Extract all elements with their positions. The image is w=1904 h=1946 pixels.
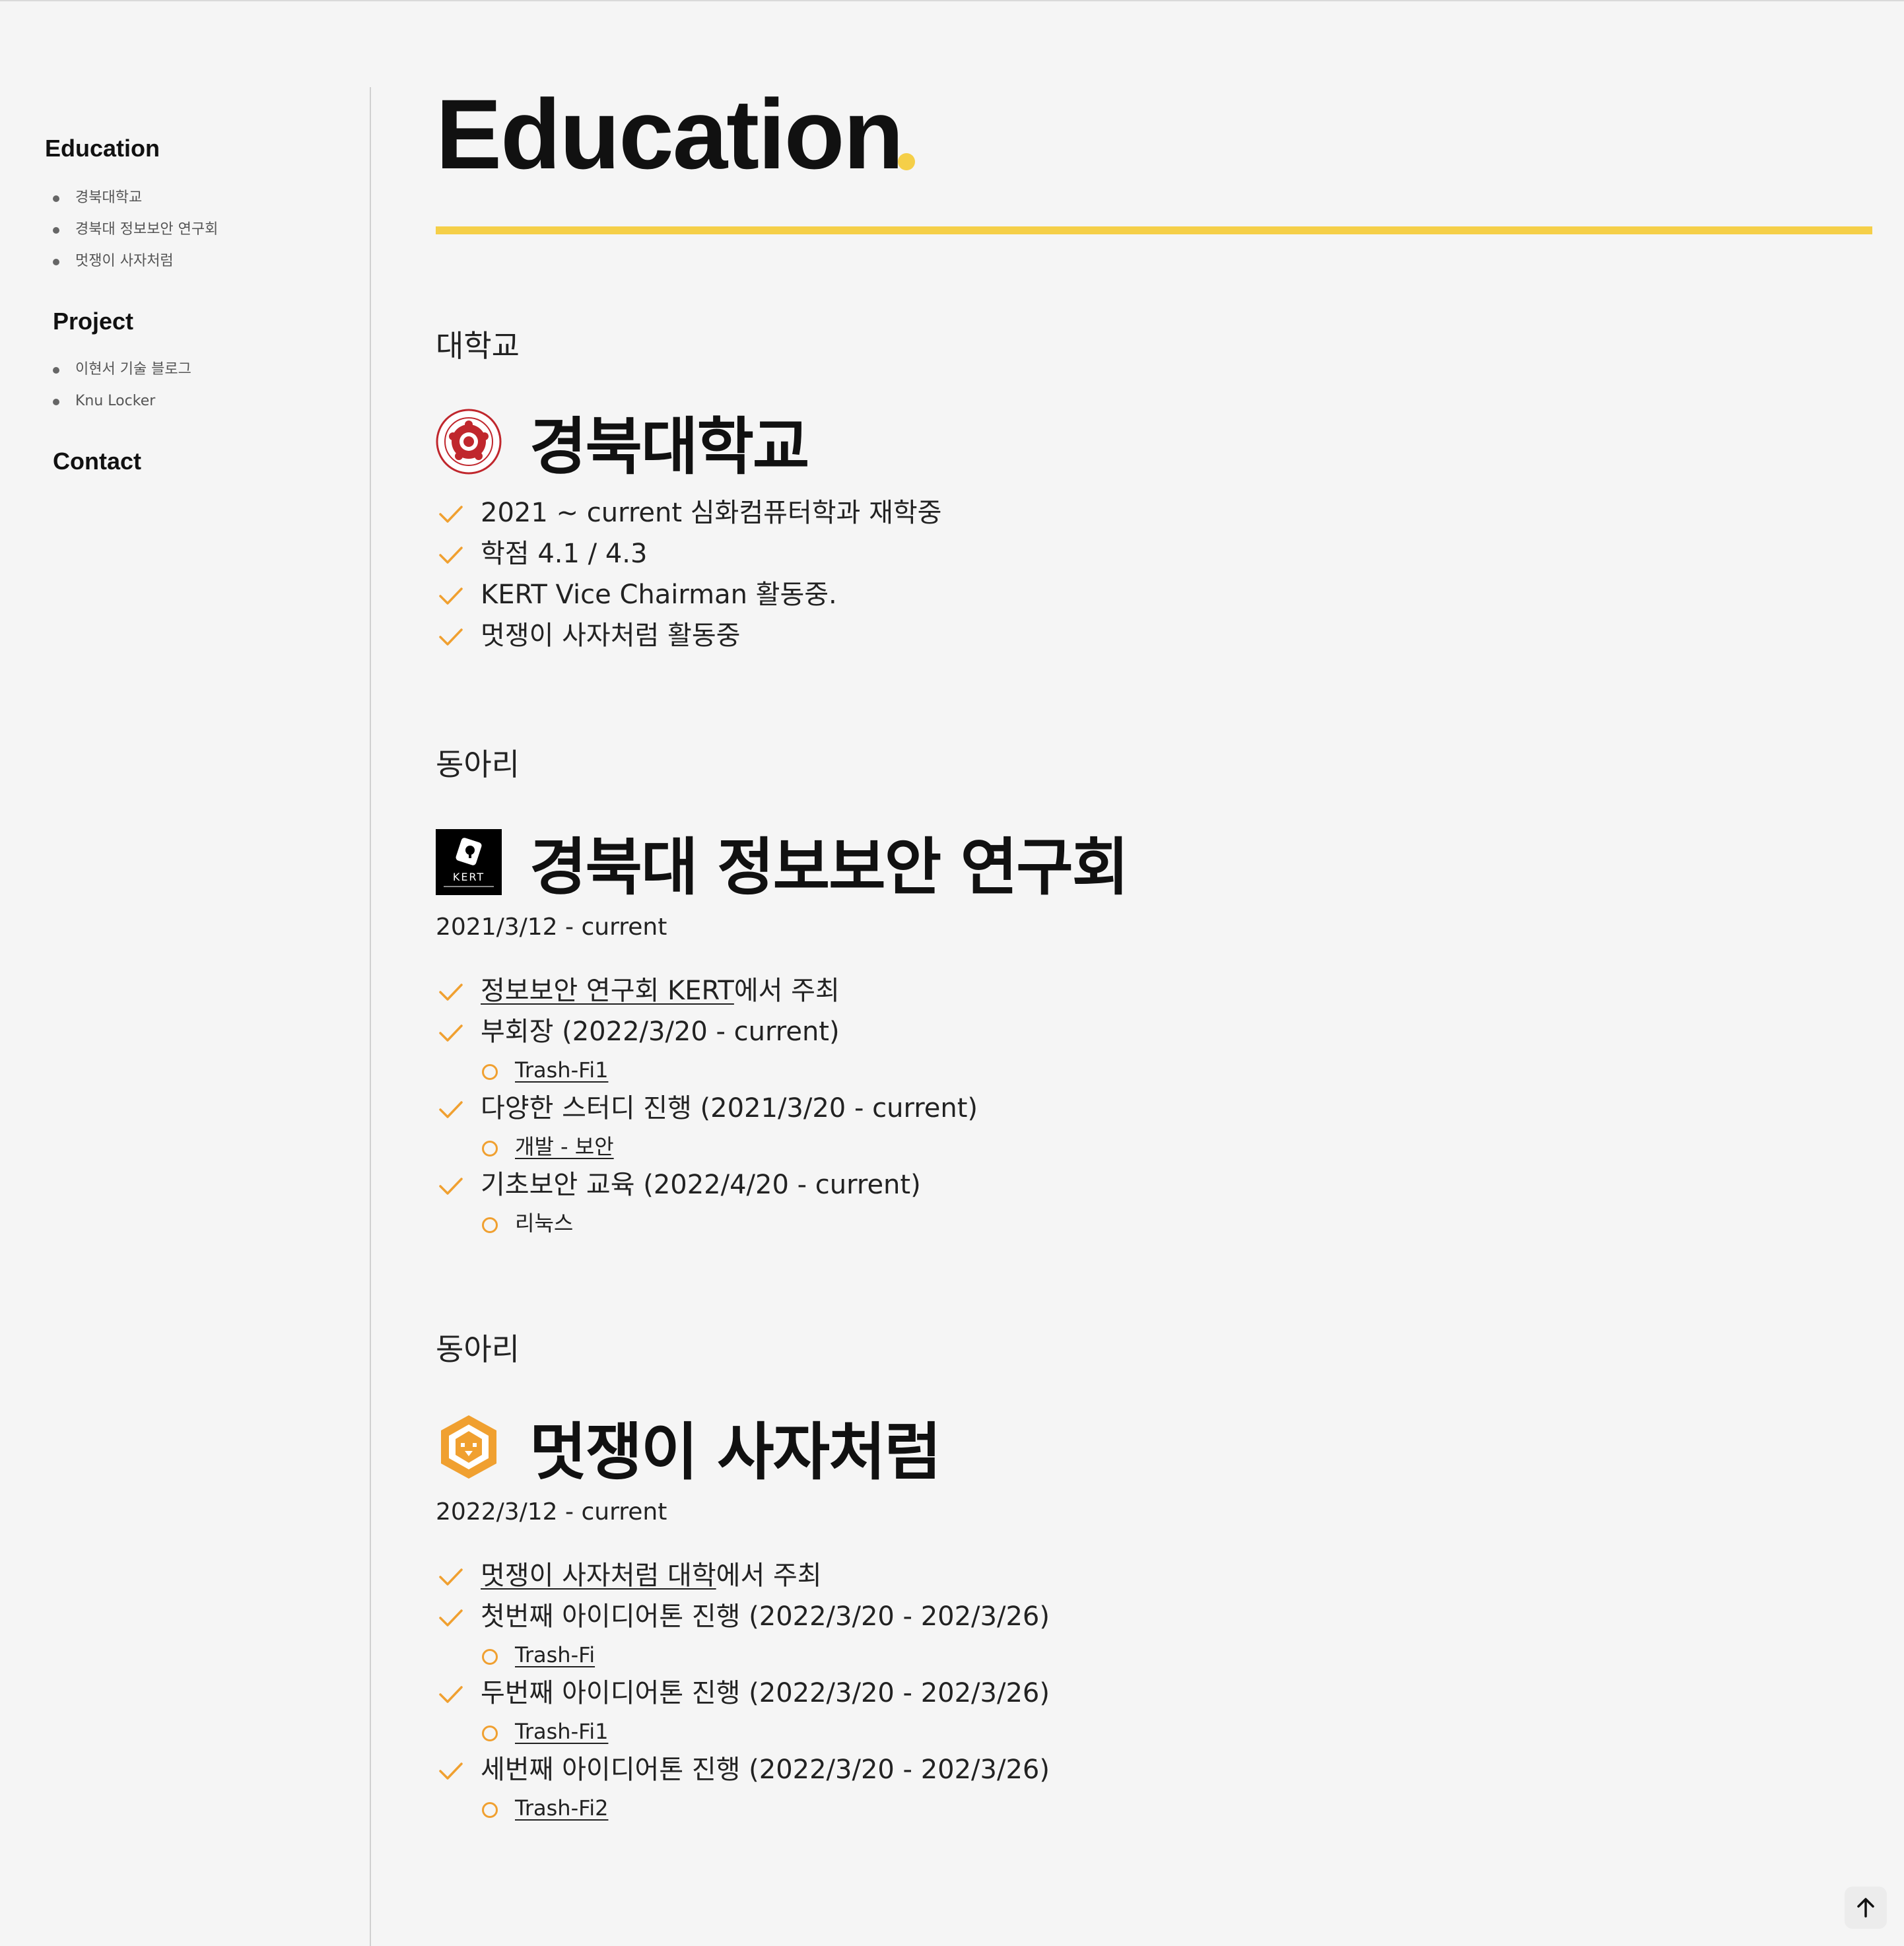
block-category: 대학교 [436, 328, 520, 364]
sidebar-divider [370, 87, 371, 1946]
toc-item[interactable]: 경북대 정보보안 연구회 [53, 214, 218, 246]
title-underline [436, 226, 1872, 234]
circle-icon [482, 1649, 498, 1665]
circle-icon [482, 1802, 498, 1818]
check-icon [439, 1024, 463, 1042]
sub-link[interactable]: Trash-Fi2 [515, 1795, 608, 1821]
arrow-up-icon [1857, 1898, 1874, 1918]
achievement-list: 2021 ~ current 심화컴퓨터학과 재학중 학점 4.1 / 4.3 … [436, 492, 941, 656]
bullet-icon [53, 399, 59, 405]
svg-text:KERT: KERT [453, 871, 485, 883]
bullet-icon [53, 195, 59, 202]
kert-link[interactable]: 정보보안 연구회 KERT [481, 976, 734, 1006]
sub-item: 개발 - 보안 [436, 1129, 978, 1164]
sidebar-toc: Education 경북대학교 경북대 정보보안 연구회 멋쟁이 사자처럼 Pr… [0, 0, 370, 1946]
kert-logo-icon: KERT [436, 829, 502, 895]
sub-link[interactable]: Trash-Fi1 [515, 1057, 608, 1083]
check-icon [439, 1762, 463, 1780]
sub-link[interactable]: Trash-Fi1 [515, 1719, 608, 1744]
list-item: KERT Vice Chairman 활동중. [436, 574, 941, 615]
sub-item: Trash-Fi1 [436, 1714, 1050, 1749]
sub-item: Trash-Fi2 [436, 1790, 1050, 1826]
bullet-icon [53, 259, 59, 265]
bullet-icon [53, 227, 59, 234]
check-icon [439, 1609, 463, 1627]
toc-section-project[interactable]: Project [53, 308, 133, 335]
check-icon [439, 1101, 463, 1118]
circle-icon [482, 1217, 498, 1233]
sub-link[interactable]: 개발 - 보안 [515, 1134, 614, 1159]
check-icon [439, 1568, 463, 1586]
list-item: 멋쟁이 사자처럼 활동중 [436, 615, 941, 656]
achievement-list: 멋쟁이 사자처럼 대학에서 주최 첫번째 아이디어톤 진행 (2022/3/20… [436, 1555, 1050, 1826]
org-name: 멋쟁이 사자처럼 [529, 1417, 941, 1489]
bullet-icon [53, 367, 59, 374]
check-icon [439, 1686, 463, 1703]
circle-icon [482, 1064, 498, 1080]
check-icon [439, 1178, 463, 1195]
check-icon [439, 984, 463, 1001]
likelion-link[interactable]: 멋쟁이 사자처럼 대학 [481, 1560, 716, 1591]
check-icon [439, 506, 463, 523]
page-title: Education [436, 79, 904, 189]
org-header: KERT 경북대 정보보안 연구회 [436, 817, 1129, 907]
list-item: 기초보안 교육 (2022/4/20 - current) [436, 1164, 978, 1205]
toc-item[interactable]: 이현서 기술 블로그 [53, 354, 191, 386]
org-header: 멋쟁이 사자처럼 [436, 1402, 941, 1492]
toc-item[interactable]: 멋쟁이 사자처럼 [53, 246, 218, 277]
toc-section-education[interactable]: Education [45, 135, 160, 162]
toc-section-contact[interactable]: Contact [53, 448, 141, 475]
toc-list-education: 경북대학교 경북대 정보보안 연구회 멋쟁이 사자처럼 [53, 182, 218, 277]
list-item: 다양한 스터디 진행 (2021/3/20 - current) [436, 1088, 978, 1129]
block-category: 동아리 [436, 1331, 520, 1367]
list-item: 세번째 아이디어톤 진행 (2022/3/20 - 202/3/26) [436, 1749, 1050, 1790]
sub-item: 리눅스 [436, 1205, 978, 1241]
check-icon [439, 547, 463, 564]
period-text: 2021/3/12 - current [436, 914, 667, 941]
achievement-list: 정보보안 연구회 KERT에서 주최 부회장 (2022/3/20 - curr… [436, 970, 978, 1241]
org-name: 경북대 정보보안 연구회 [529, 832, 1129, 904]
toc-item[interactable]: Knu Locker [53, 386, 191, 417]
block-category: 동아리 [436, 747, 520, 782]
period-text: 2022/3/12 - current [436, 1498, 667, 1526]
scroll-top-button[interactable] [1845, 1887, 1887, 1929]
check-icon [439, 628, 463, 646]
org-header: 경북대학교 [436, 397, 809, 487]
list-item: 학점 4.1 / 4.3 [436, 533, 941, 574]
toc-list-project: 이현서 기술 블로그 Knu Locker [53, 354, 191, 417]
check-icon [439, 587, 463, 605]
knu-emblem-icon [436, 409, 502, 475]
list-item: 정보보안 연구회 KERT에서 주최 [436, 970, 978, 1011]
circle-icon [482, 1726, 498, 1741]
list-item: 2021 ~ current 심화컴퓨터학과 재학중 [436, 492, 941, 533]
title-accent-dot [898, 153, 915, 170]
list-item: 부회장 (2022/3/20 - current) [436, 1011, 978, 1052]
likelion-logo-icon [441, 1415, 496, 1479]
main-content: Education 대학교 경북대학교 2021 ~ current 심화컴퓨터… [436, 0, 1872, 1946]
org-name: 경북대학교 [529, 411, 809, 483]
sub-link[interactable]: Trash-Fi [515, 1642, 595, 1667]
list-item: 첫번째 아이디어톤 진행 (2022/3/20 - 202/3/26) [436, 1596, 1050, 1637]
list-item: 두번째 아이디어톤 진행 (2022/3/20 - 202/3/26) [436, 1673, 1050, 1714]
sub-item: Trash-Fi1 [436, 1052, 978, 1088]
sub-item: Trash-Fi [436, 1637, 1050, 1673]
list-item: 멋쟁이 사자처럼 대학에서 주최 [436, 1555, 1050, 1596]
toc-item[interactable]: 경북대학교 [53, 182, 218, 214]
circle-icon [482, 1141, 498, 1157]
